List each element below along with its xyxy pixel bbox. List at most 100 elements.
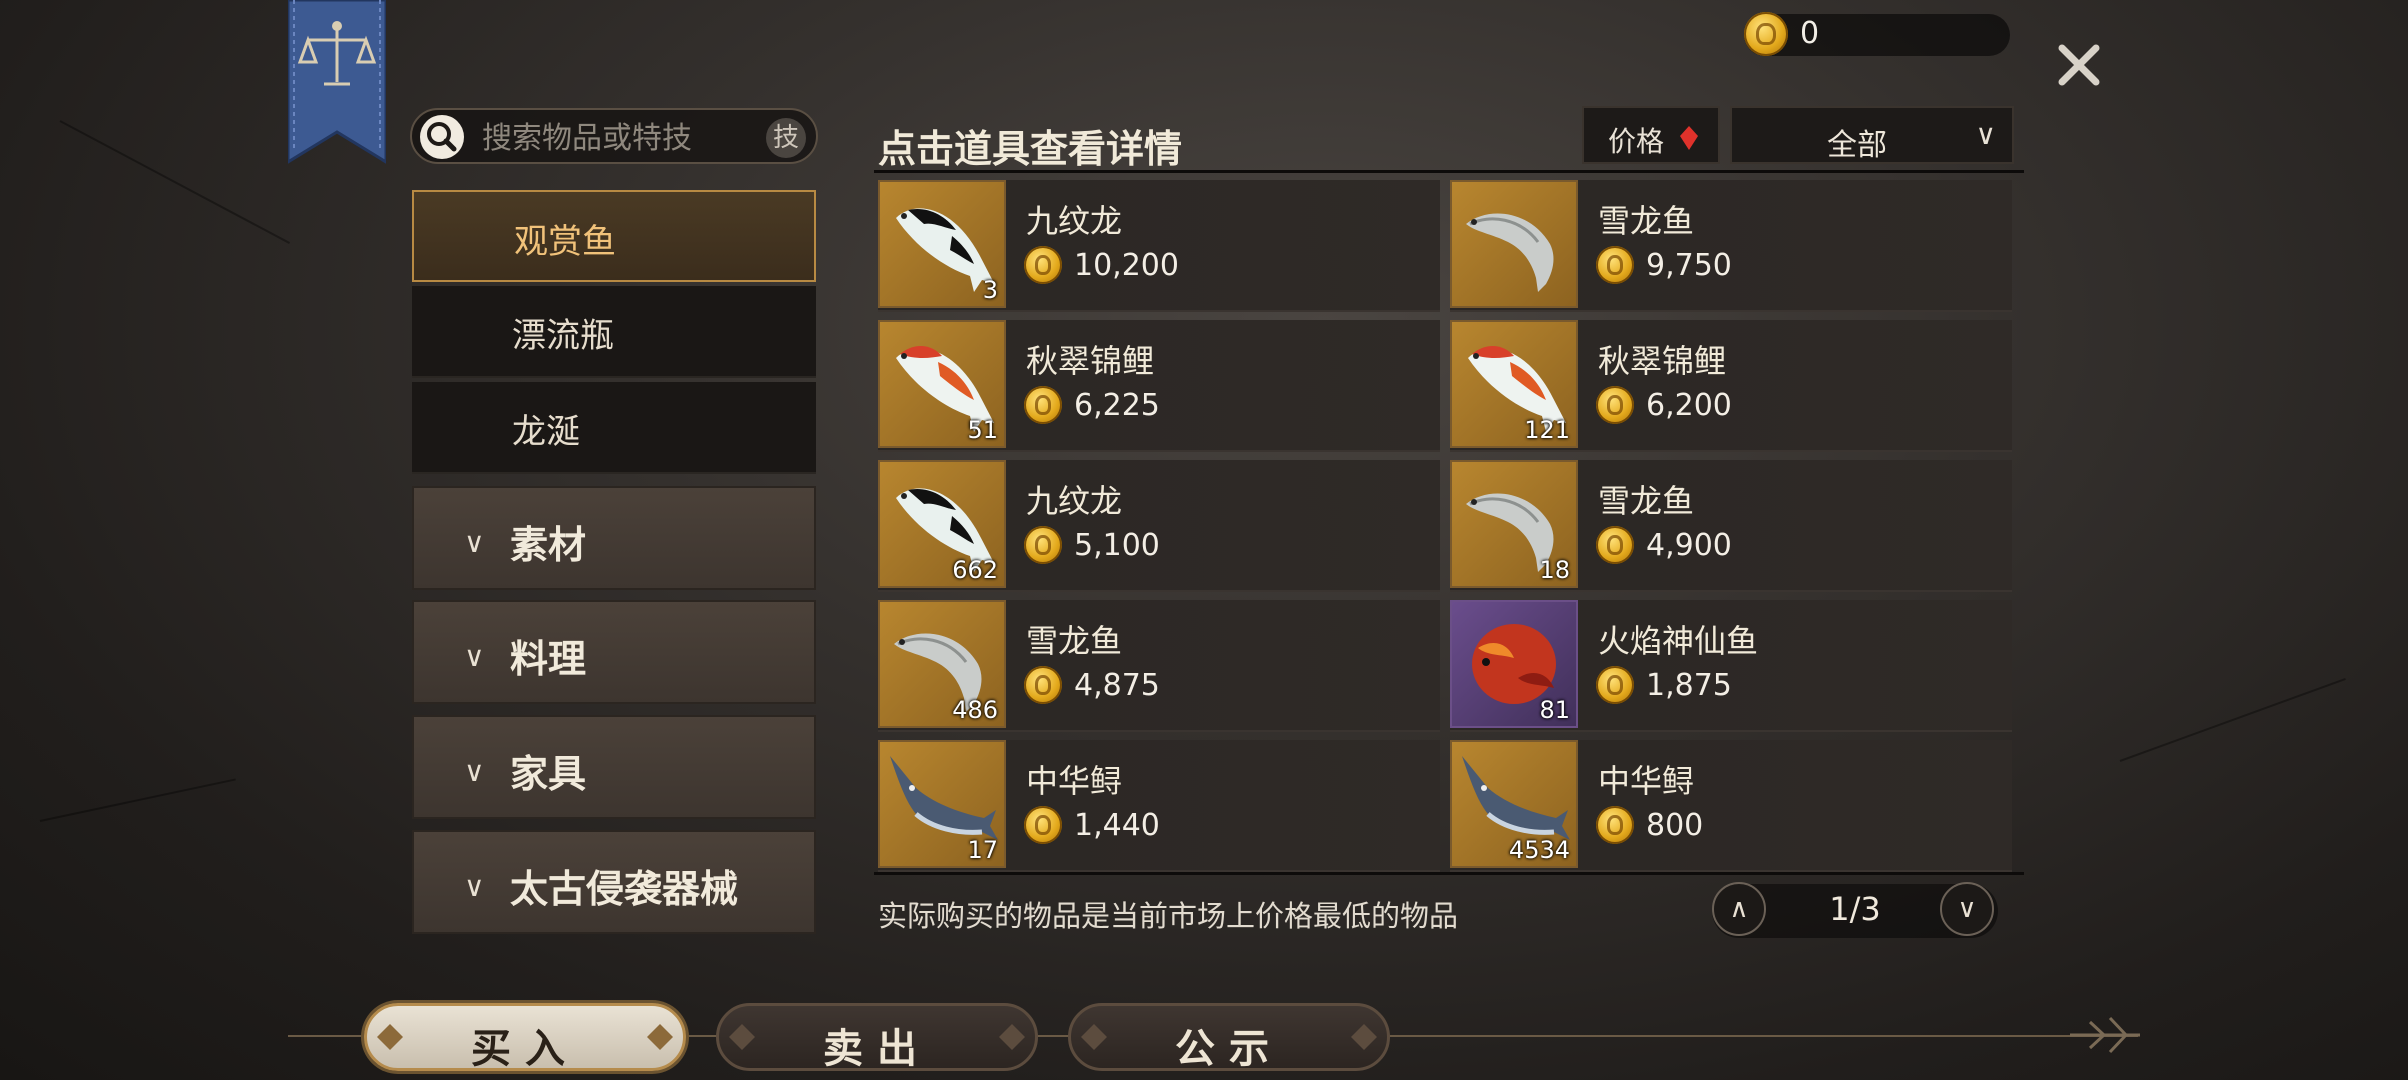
item-card[interactable]: 3 九纹龙 10,200 [878,180,1440,312]
chevron-down-icon: ∨ [464,526,485,559]
item-card[interactable]: 18 雪龙鱼 4,900 [1450,460,2012,592]
item-quantity: 81 [1539,696,1570,724]
item-name: 雪龙鱼 [1598,482,1695,520]
background-crack [39,778,236,822]
sidebar-item-drift-bottle[interactable]: 漂流瓶 [412,286,816,378]
sidebar-item-label: 龙涎 [512,412,580,452]
gold-coin-icon [1024,666,1062,704]
item-card[interactable]: 17 中华鲟 1,440 [878,740,1440,872]
item-price: 9,750 [1646,248,1732,283]
sidebar-group-materials[interactable]: ∨ 素材 [412,486,816,590]
item-card[interactable]: 雪龙鱼 9,750 [1450,180,2012,312]
purchase-note: 实际购买的物品是当前市场上价格最低的物品 [878,899,1459,933]
tab-sell[interactable]: 卖出 [716,1003,1038,1072]
sidebar-item-ornamental-fish[interactable]: 观赏鱼 [412,190,816,282]
item-price: 1,875 [1646,668,1732,703]
sidebar-group-label: 家具 [510,752,587,796]
item-thumbnail: 3 [878,180,1006,308]
sidebar-group-label: 太古侵袭器械 [510,867,739,911]
gold-coin-icon [1596,246,1634,284]
search-bar: 技 [410,108,818,164]
item-quantity: 121 [1524,416,1570,444]
chevron-down-icon: ∨ [1957,894,1977,924]
gold-coin-icon [1024,806,1062,844]
gold-coin-icon [1024,246,1062,284]
sidebar-item-ambergris[interactable]: 龙涎 [412,382,816,474]
item-card[interactable]: 662 九纹龙 5,100 [878,460,1440,592]
item-card[interactable]: 121 秋翠锦鲤 6,200 [1450,320,2012,452]
sidebar-group-label: 素材 [510,523,587,567]
item-price: 5,100 [1074,528,1160,563]
item-price: 6,225 [1074,388,1160,423]
silver-arowana-icon [1464,211,1555,294]
item-quantity: 51 [967,416,998,444]
gold-coin-icon [1596,386,1634,424]
sidebar-group-cuisine[interactable]: ∨ 料理 [412,600,816,704]
item-name: 九纹龙 [1026,202,1123,240]
sort-by-price-button[interactable]: 价格 [1582,106,1720,164]
page-title: 点击道具查看详情 [878,127,1183,171]
item-price: 4,900 [1646,528,1732,563]
sort-descending-icon [1680,126,1698,150]
tab-label: 买入 [471,1025,579,1072]
page-indicator: 1/3 [1829,890,1881,928]
trade-banner-icon [288,0,386,164]
item-name: 雪龙鱼 [1026,622,1123,660]
item-name: 九纹龙 [1026,482,1123,520]
ornament-icon [1351,1024,1377,1050]
item-thumbnail: 121 [1450,320,1578,448]
sidebar-group-furniture[interactable]: ∨ 家具 [412,715,816,819]
item-card[interactable]: 81 火焰神仙鱼 1,875 [1450,600,2012,732]
sidebar-item-label: 观赏鱼 [514,222,616,262]
tab-buy[interactable]: 买入 [364,1003,686,1072]
background-crack [59,120,291,244]
gold-coin-icon [1596,806,1634,844]
item-thumbnail: 486 [878,600,1006,728]
page-up-button[interactable]: ∧ [1712,882,1766,936]
search-input[interactable] [480,118,734,158]
item-quantity: 4534 [1508,836,1570,864]
item-name: 秋翠锦鲤 [1598,342,1727,380]
divider [874,872,2024,875]
item-thumbnail: 662 [878,460,1006,588]
item-name: 雪龙鱼 [1598,202,1695,240]
item-thumbnail [1450,180,1578,308]
sidebar-item-label: 漂流瓶 [512,316,614,356]
divider [874,170,2024,173]
chevron-up-icon: ∧ [1729,894,1749,924]
item-price: 6,200 [1646,388,1732,423]
chevron-down-icon: ∨ [464,755,485,788]
page-down-button[interactable]: ∨ [1940,882,1994,936]
item-quantity: 3 [982,276,998,304]
item-card[interactable]: 4534 中华鲟 800 [1450,740,2012,872]
item-name: 中华鲟 [1026,762,1123,800]
item-card[interactable]: 51 秋翠锦鲤 6,225 [878,320,1440,452]
item-price: 1,440 [1074,808,1160,843]
category-filter-dropdown[interactable]: 全部 ∨ [1730,106,2014,164]
gold-coin-icon [1024,386,1062,424]
tab-announce[interactable]: 公示 [1068,1003,1390,1072]
item-quantity: 18 [1539,556,1570,584]
close-icon[interactable] [2052,38,2106,92]
ornament-icon [999,1024,1025,1050]
chevron-down-icon: ∨ [464,640,485,673]
currency-amount: 0 [1800,16,1820,51]
gold-coin-icon [1596,666,1634,704]
item-quantity: 662 [952,556,998,584]
rail-ornament-icon [2070,1016,2140,1054]
gold-coin-icon [1744,12,1788,56]
gold-coin-icon [1596,526,1634,564]
background-crack [2119,677,2346,762]
item-card[interactable]: 486 雪龙鱼 4,875 [878,600,1440,732]
sidebar-group-ancient-siege[interactable]: ∨ 太古侵袭器械 [412,830,816,934]
search-icon[interactable] [418,113,466,161]
item-thumbnail: 18 [1450,460,1578,588]
item-name: 火焰神仙鱼 [1598,622,1759,660]
item-price: 10,200 [1074,248,1179,283]
skill-search-button[interactable]: 技 [766,118,806,158]
item-name: 中华鲟 [1598,762,1695,800]
item-quantity: 486 [952,696,998,724]
sort-label: 价格 [1608,125,1665,158]
tab-label: 公示 [1175,1025,1283,1072]
filter-value: 全部 [1827,128,1887,163]
